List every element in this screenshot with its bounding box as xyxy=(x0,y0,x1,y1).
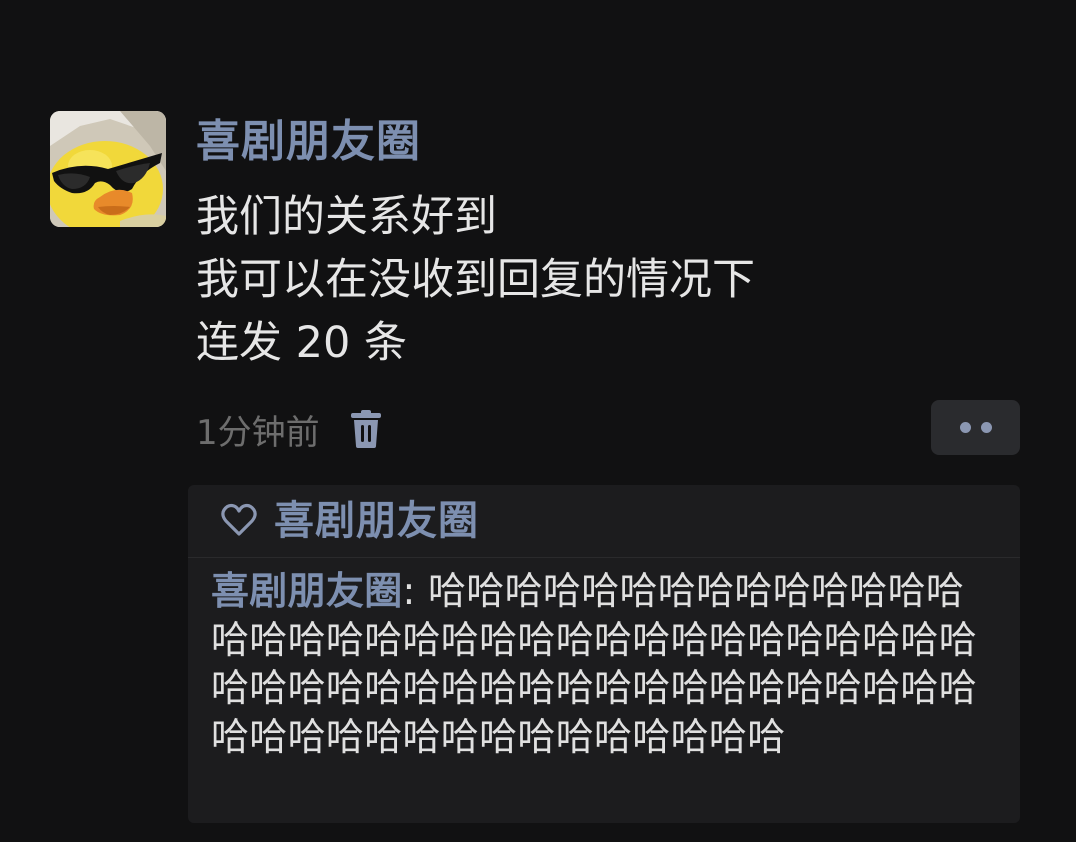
more-dots-icon xyxy=(959,422,971,433)
avatar[interactable] xyxy=(50,111,166,227)
likes-comments-panel: 喜剧朋友圈 喜剧朋友圈: 哈哈哈哈哈哈哈哈哈哈哈哈哈哈哈哈哈哈哈哈哈哈哈哈哈哈哈… xyxy=(188,485,1020,823)
duck-avatar-image xyxy=(50,111,166,227)
comment-separator: : xyxy=(402,569,428,613)
more-dots-icon xyxy=(980,422,992,433)
post-content-line: 连发 20 条 xyxy=(196,318,408,368)
post-content-line: 我们的关系好到 xyxy=(196,192,497,242)
post-timestamp: 1分钟前 xyxy=(196,412,320,453)
moments-post: 喜剧朋友圈 我们的关系好到 我可以在没收到回复的情况下 连发 20 条 1分钟前… xyxy=(0,0,1076,842)
more-actions-button[interactable] xyxy=(931,400,1020,455)
post-content-line: 我可以在没收到回复的情况下 xyxy=(196,255,755,305)
post-meta: 1分钟前 xyxy=(196,402,384,456)
post-author-name[interactable]: 喜剧朋友圈 xyxy=(196,114,421,170)
post-content: 我们的关系好到 我可以在没收到回复的情况下 连发 20 条 xyxy=(196,186,755,375)
heart-outline-icon xyxy=(221,503,257,536)
comment-author-name[interactable]: 喜剧朋友圈 xyxy=(211,569,403,613)
likes-row: 喜剧朋友圈 xyxy=(188,485,1020,558)
trash-icon[interactable] xyxy=(348,409,384,449)
like-user-name[interactable]: 喜剧朋友圈 xyxy=(274,493,479,549)
comment-item[interactable]: 喜剧朋友圈: 哈哈哈哈哈哈哈哈哈哈哈哈哈哈哈哈哈哈哈哈哈哈哈哈哈哈哈哈哈哈哈哈哈… xyxy=(211,567,1001,761)
